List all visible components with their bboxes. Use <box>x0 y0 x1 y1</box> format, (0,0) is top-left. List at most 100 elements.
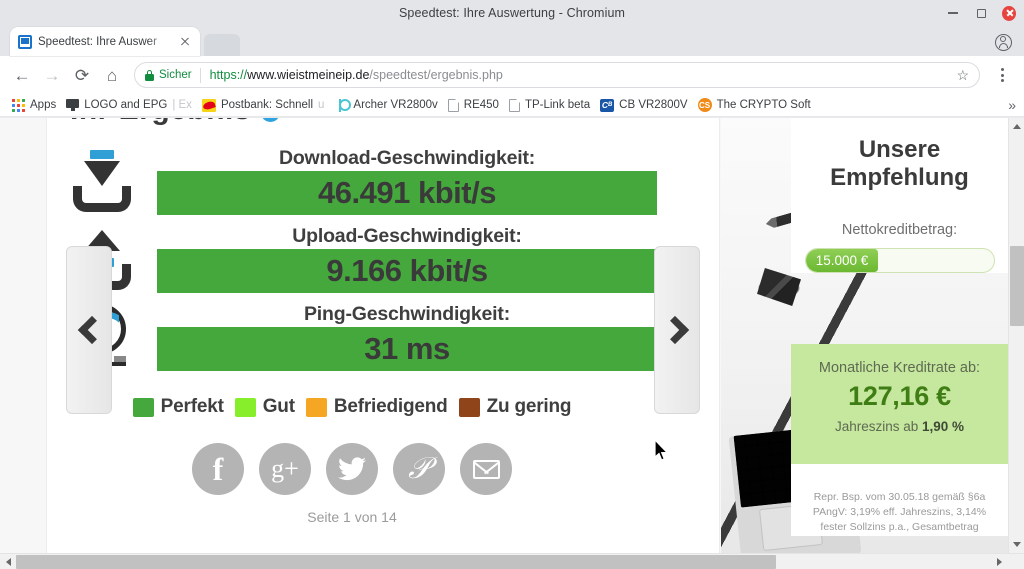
close-tab-icon[interactable] <box>178 35 192 49</box>
home-icon: ⌂ <box>106 65 118 85</box>
ad-rate-label: Monatliche Kreditrate ab: <box>818 360 981 376</box>
bookmark-postbank[interactable]: Postbank: Schnell u <box>200 95 332 115</box>
browser-toolbar: ← → ⟳ ⌂ Sicher https://www.wieistmeineip… <box>0 56 1024 94</box>
scroll-up-icon[interactable] <box>1013 124 1021 129</box>
legend-swatch-gut <box>234 397 256 417</box>
ad-rate-panel: Monatliche Kreditrate ab: 127,16 € Jahre… <box>791 344 1008 464</box>
bookmark-apps[interactable]: Apps <box>10 95 64 115</box>
bookmark-archer-vr2800v[interactable]: Archer VR2800v <box>332 95 445 115</box>
vertical-scrollbar[interactable] <box>1008 118 1024 553</box>
tab-title: Speedtest: Ihre Auswer <box>38 35 157 48</box>
minimize-button[interactable] <box>946 6 960 20</box>
bookmark-label-faded: | Ex <box>172 99 192 111</box>
result-value: 31 ms <box>364 331 450 366</box>
vertical-scroll-thumb[interactable] <box>1010 246 1024 326</box>
home-button[interactable]: ⌂ <box>98 61 126 89</box>
back-arrow-icon: ← <box>13 65 31 85</box>
scroll-right-icon[interactable] <box>997 558 1002 566</box>
share-pinterest-button[interactable]: 𝒫 <box>393 443 445 495</box>
tab-strip: Speedtest: Ihre Auswer <box>0 26 1024 56</box>
result-row-ping: Ping-Geschwindigkeit: 31 ms <box>47 298 721 376</box>
info-badge-icon[interactable] <box>261 118 281 122</box>
maximize-button[interactable] <box>974 6 988 20</box>
window-title: Speedtest: Ihre Auswertung - Chromium <box>398 6 626 20</box>
document-icon <box>447 98 459 112</box>
back-button[interactable]: ← <box>8 61 36 89</box>
scroll-down-icon[interactable] <box>1013 542 1021 547</box>
ad-title-line1: Unsere <box>858 136 941 163</box>
rating-legend: Perfekt Gut Befriedigend Zu gering <box>47 396 721 418</box>
forward-arrow-icon: → <box>43 65 61 85</box>
tab-speedtest[interactable]: Speedtest: Ihre Auswer <box>10 27 200 56</box>
result-value: 46.491 kbit/s <box>318 175 496 210</box>
legend-item: Zu gering <box>458 396 572 418</box>
sidebar-ad-rail: Unsere Empfehlung Nettokreditbetrag: 15.… <box>721 118 1008 554</box>
page-title: Ihr Ergebnis <box>46 118 720 130</box>
mouse-cursor <box>655 440 669 461</box>
pinterest-icon: 𝒫 <box>408 452 430 485</box>
close-window-button[interactable] <box>1002 5 1016 21</box>
envelope-icon <box>472 459 500 479</box>
result-row-download: Download-Geschwindigkeit: 46.491 kbit/s <box>47 142 721 220</box>
page-title-text: Ihr Ergebnis <box>70 118 251 127</box>
legend-swatch-zu-gering <box>458 397 480 417</box>
bookmark-label-faded: u <box>318 99 325 111</box>
ad-title: Unsere Empfehlung <box>805 136 994 191</box>
legend-item: Gut <box>234 396 295 418</box>
bookmark-cb-vr2800v[interactable]: CB CB VR2800V <box>598 95 695 115</box>
forward-button[interactable]: → <box>38 61 66 89</box>
share-googleplus-button[interactable]: g+ <box>259 443 311 495</box>
loan-amount-slider[interactable]: 15.000 € <box>805 248 995 274</box>
share-facebook-button[interactable]: f <box>192 443 244 495</box>
avatar-icon <box>994 33 1012 51</box>
reload-icon: ⟳ <box>74 65 90 85</box>
social-share-buttons: f g+ 𝒫 <box>47 443 721 495</box>
ad-interest: Jahreszins ab 1,90 % <box>791 419 1008 434</box>
bookmark-label: CB VR2800V <box>619 99 688 111</box>
chrome-menu-button[interactable] <box>988 61 1016 89</box>
reload-button[interactable]: ⟳ <box>68 61 96 89</box>
result-value-bar: 9.166 kbit/s <box>157 249 657 293</box>
bookmarks-bar: Apps LOGO and EPG | Ex Postbank: Schnell… <box>0 94 1024 117</box>
carousel-next-button[interactable] <box>654 246 700 414</box>
address-bar[interactable]: Sicher https://www.wieistmeineip.de/spee… <box>134 62 980 88</box>
result-content-column: Download-Geschwindigkeit: 46.491 kbit/s … <box>46 118 720 554</box>
scroll-left-icon[interactable] <box>6 558 11 566</box>
share-email-button[interactable] <box>460 443 512 495</box>
window-controls <box>946 0 1016 26</box>
googleplus-icon: g+ <box>271 454 299 483</box>
chevron-left-icon <box>77 315 106 345</box>
bookmark-label: Apps <box>30 99 57 111</box>
page-viewport: Unsere Empfehlung Nettokreditbetrag: 15.… <box>0 118 1024 569</box>
facebook-icon: f <box>212 450 224 487</box>
title-bar: Speedtest: Ihre Auswertung - Chromium <box>0 0 1024 26</box>
share-twitter-button[interactable] <box>326 443 378 495</box>
cb-icon: CB <box>600 98 615 112</box>
chrome-menu-icon <box>992 68 1012 82</box>
tplink-icon <box>334 98 352 112</box>
bookmark-label: RE450 <box>463 99 499 111</box>
bookmark-logo-epg[interactable]: LOGO and EPG | Ex <box>64 95 200 115</box>
loan-amount-value: 15.000 € <box>806 249 878 273</box>
maximize-icon <box>976 8 986 18</box>
url-text: https://www.wieistmeineip.de/speedtest/e… <box>210 68 503 82</box>
bookmark-crypto-soft[interactable]: CS The CRYPTO Soft <box>696 95 819 115</box>
url-host: www.wieistmeineip.de <box>247 68 370 82</box>
ad-rate-value: 127,16 € <box>848 381 951 411</box>
profile-avatar-button[interactable] <box>992 31 1014 53</box>
carousel-prev-button[interactable] <box>66 246 112 414</box>
ad-card[interactable]: Unsere Empfehlung Nettokreditbetrag: 15.… <box>791 118 1008 274</box>
url-scheme: https:// <box>209 68 248 82</box>
bookmark-star-icon[interactable]: ☆ <box>956 67 969 84</box>
bookmark-re450[interactable]: RE450 <box>446 95 507 115</box>
horizontal-scrollbar[interactable] <box>0 553 1024 569</box>
bookmark-tplink-beta[interactable]: TP-Link beta <box>507 95 598 115</box>
bookmarks-overflow-button[interactable]: » <box>1008 97 1016 113</box>
horizontal-scroll-thumb[interactable] <box>16 555 776 569</box>
document-icon <box>508 98 520 112</box>
binder-clip-graphic <box>757 268 801 306</box>
ad-interest-value: 1,90 % <box>922 419 965 434</box>
monitor-icon <box>66 99 80 111</box>
result-label: Ping-Geschwindigkeit: <box>304 303 510 325</box>
new-tab-button[interactable] <box>204 34 240 56</box>
